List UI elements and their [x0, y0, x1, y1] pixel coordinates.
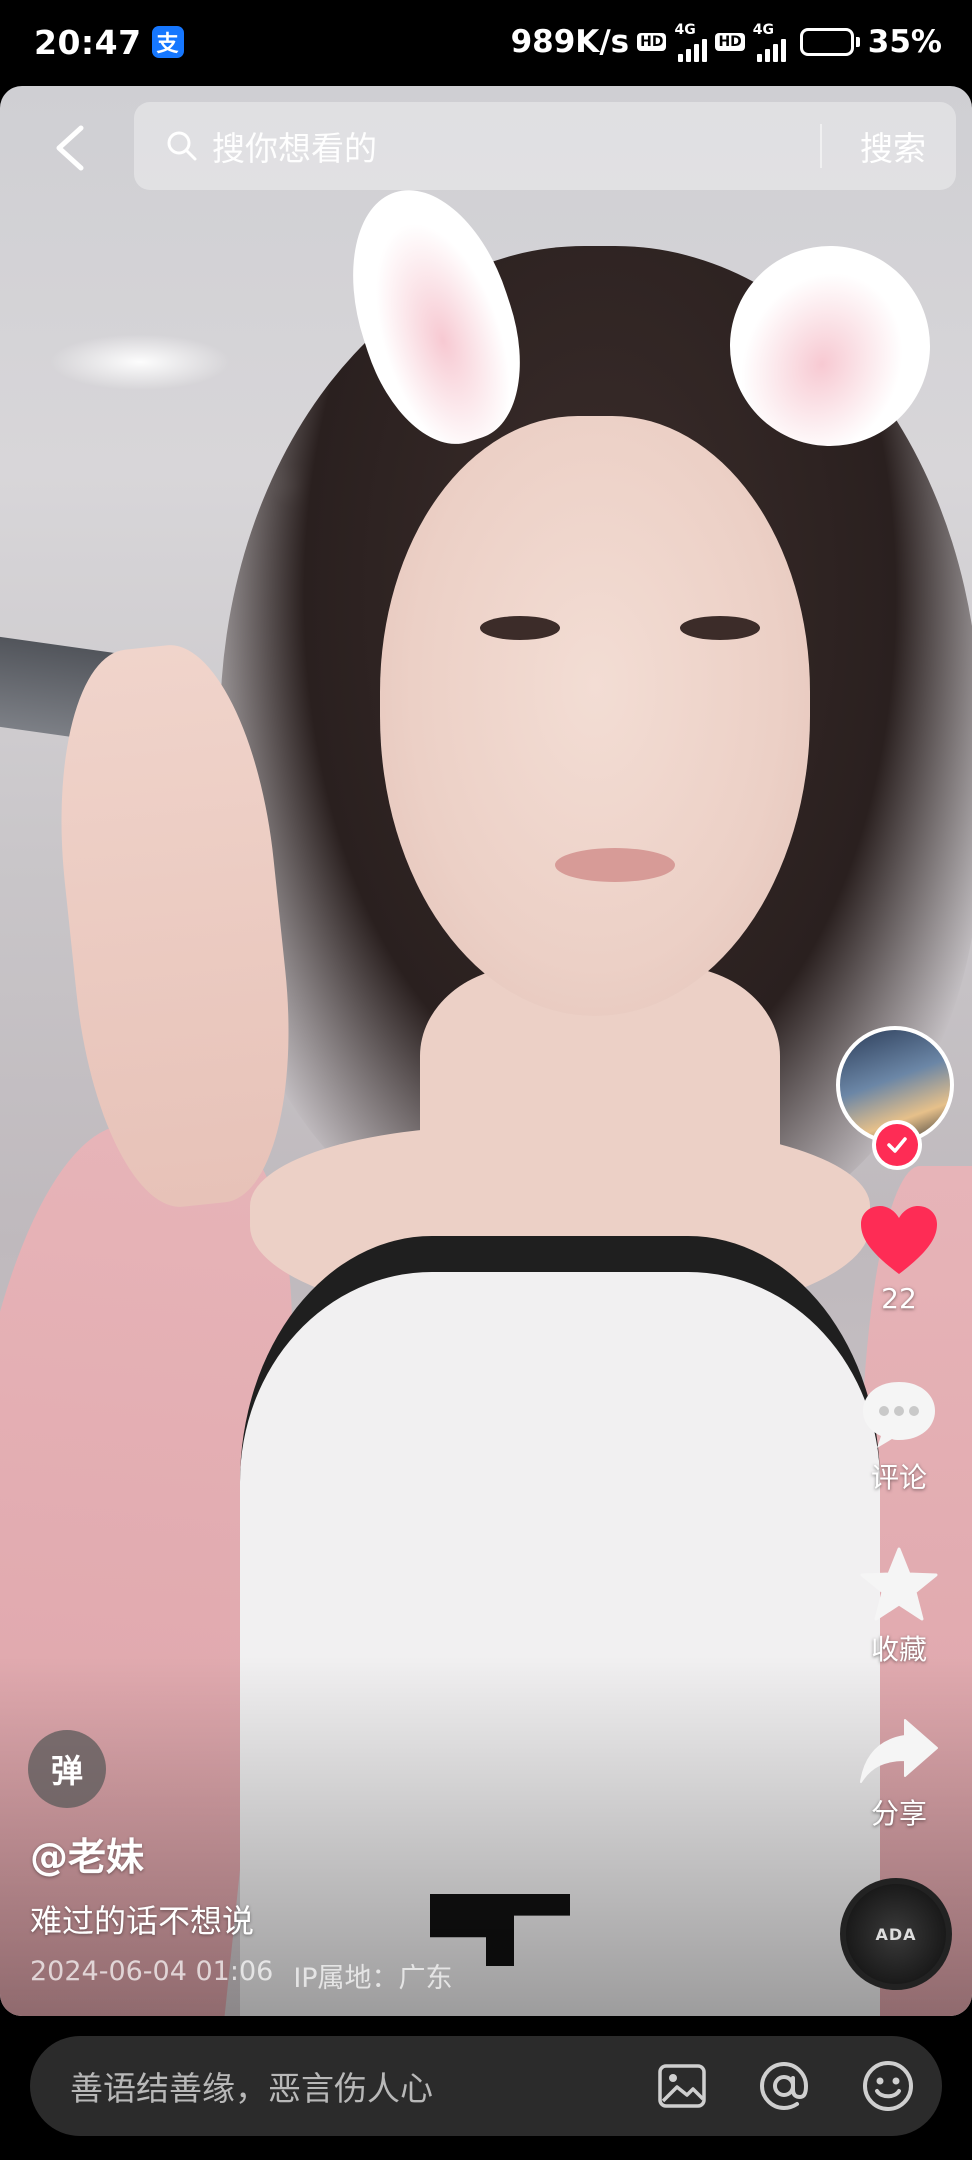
- share-button[interactable]: 分享: [844, 1716, 954, 1832]
- status-indicators: 989K/s HD 4G HD 4G 35%: [511, 22, 942, 62]
- search-input[interactable]: 搜你想看的: [212, 122, 377, 170]
- video-meta: 2024-06-04 01:06 IP属地：广东: [30, 1956, 453, 1995]
- battery-percent: 35%: [867, 24, 942, 60]
- ip-location: IP属地：广东: [293, 1963, 453, 1994]
- video-subject-eye-left: [480, 616, 560, 640]
- heart-icon: [861, 1206, 937, 1274]
- hd-badge: HD: [637, 33, 667, 51]
- follow-button[interactable]: [872, 1120, 922, 1170]
- danmu-label: 弹: [50, 1752, 83, 1790]
- status-time: 20:47: [34, 22, 142, 62]
- video-subject-eye-right: [680, 616, 760, 640]
- mention-button[interactable]: [754, 2056, 814, 2116]
- like-count: 22: [881, 1282, 917, 1315]
- at-sign-icon: [759, 2061, 809, 2111]
- video-player[interactable]: [0, 86, 972, 2016]
- emoji-button[interactable]: [858, 2056, 918, 2116]
- share-label: 分享: [870, 1797, 927, 1830]
- signal-icon: 4G: [674, 22, 708, 62]
- search-bar[interactable]: 搜你想看的 搜索: [134, 102, 956, 190]
- plus-icon: [876, 1124, 918, 1166]
- comment-button[interactable]: 评论: [844, 1378, 954, 1496]
- share-icon: [860, 1719, 938, 1783]
- music-disc[interactable]: ADA: [840, 1878, 952, 1990]
- video-subject-lips: [555, 848, 675, 882]
- alipay-icon: 支: [151, 26, 184, 58]
- danmu-toggle-button[interactable]: 弹: [28, 1730, 106, 1808]
- star-icon: [860, 1547, 938, 1621]
- comment-label: 评论: [870, 1461, 927, 1494]
- network-type-label: 4G: [674, 22, 696, 38]
- battery-icon: [799, 28, 860, 56]
- music-disc-text: ADA: [875, 1924, 917, 1944]
- image-picker-button[interactable]: [652, 2056, 712, 2116]
- signal-icon-2: 4G: [753, 22, 786, 62]
- video-subject-face: [380, 416, 810, 1016]
- comment-placeholder: 善语结善缘，恶言伤人心: [70, 2069, 433, 2108]
- network-type-label-2: 4G: [752, 22, 775, 38]
- back-arrow-icon: [56, 125, 84, 171]
- like-button[interactable]: 22: [844, 1204, 954, 1315]
- hd-badge-2: HD: [715, 33, 745, 51]
- back-button[interactable]: [40, 118, 100, 178]
- video-caption: 难过的话不想说: [30, 1902, 255, 1940]
- author-name[interactable]: @老妹: [30, 1826, 144, 1881]
- search-icon: [166, 128, 202, 164]
- comment-icon: [863, 1382, 935, 1448]
- search-divider: [820, 124, 822, 168]
- favorite-button[interactable]: 收藏: [844, 1546, 954, 1668]
- emoji-icon: [863, 2061, 913, 2111]
- post-datetime: 2024-06-04 01:06: [30, 1956, 274, 1987]
- favorite-label: 收藏: [870, 1633, 927, 1666]
- network-speed: 989K/s: [510, 24, 630, 60]
- status-bar: 20:47 支 989K/s HD 4G HD 4G 35%: [0, 0, 972, 84]
- image-icon: [658, 2064, 706, 2108]
- search-button[interactable]: 搜索: [860, 102, 926, 190]
